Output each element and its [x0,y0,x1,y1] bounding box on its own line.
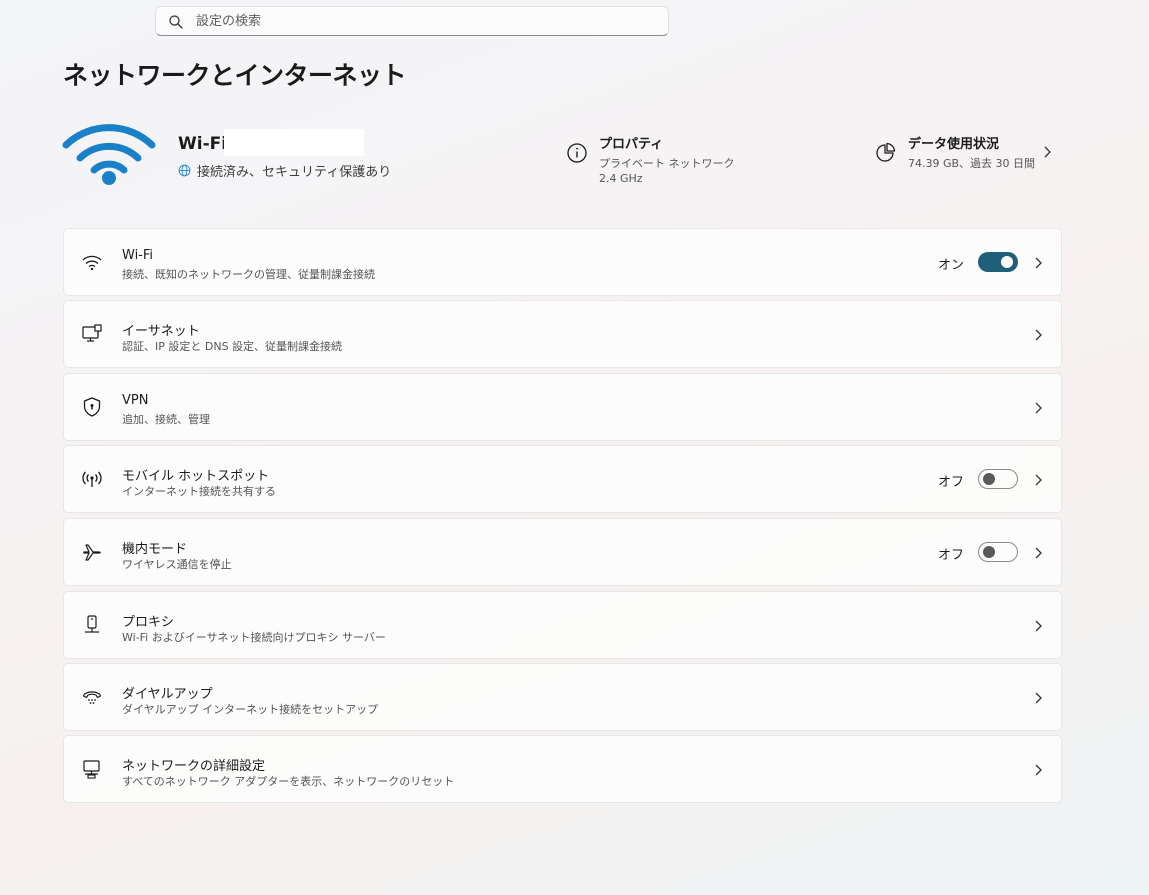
setting-subtitle: インターネット接続を共有する [122,485,276,498]
network-band: 2.4 GHz [599,172,643,185]
setting-title: ネットワークの詳細設定 [122,759,266,774]
setting-subtitle: 追加、接続、管理 [122,413,210,426]
setting-subtitle: 接続、既知のネットワークの管理、従量制課金接続 [122,268,375,281]
chevron-right-icon [1035,764,1042,776]
toggle-knob [1001,256,1013,268]
toggle-knob [983,546,995,558]
search-input[interactable] [196,11,656,31]
setting-subtitle: ワイヤレス通信を停止 [122,558,232,571]
setting-ethernet[interactable]: イーサネット 認証、IP 設定と DNS 設定、従量制課金接続 [63,300,1062,368]
wifi-toggle[interactable] [978,252,1018,272]
properties-title: プロパティ [599,137,664,152]
chevron-right-icon [1035,402,1042,414]
toggle-state-label: オフ [937,548,964,563]
proxy-icon [85,615,99,633]
setting-subtitle: すべてのネットワーク アダプターを表示、ネットワークのリセット [122,775,455,788]
chevron-right-icon [1035,692,1042,704]
hotspot-icon [82,471,102,487]
setting-title: 機内モード [122,542,188,557]
setting-subtitle: ダイヤルアップ インターネット接続をセットアップ [122,703,379,716]
chevron-right-icon [1035,474,1042,486]
data-usage-title: データ使用状況 [908,137,1000,152]
redacted-ssid [224,129,364,156]
setting-title: モバイル ホットスポット [122,469,270,484]
vpn-shield-icon [83,397,101,417]
setting-title: ダイヤルアップ [122,687,213,702]
setting-title: Wi-Fi [122,248,154,263]
globe-icon [178,164,191,177]
connection-status: 接続済み、セキュリティ保護あり [178,161,391,180]
toggle-state-label: オン [937,258,964,273]
chevron-right-icon [1035,620,1042,632]
toggle-knob [983,473,995,485]
setting-advanced-network[interactable]: ネットワークの詳細設定 すべてのネットワーク アダプターを表示、ネットワークのリ… [63,735,1062,803]
dialup-icon [82,691,102,704]
ethernet-icon [82,324,102,342]
network-monitor-icon [83,760,100,779]
search-box[interactable] [155,6,669,36]
setting-wifi[interactable]: Wi-Fi 接続、既知のネットワークの管理、従量制課金接続 オン [63,228,1062,296]
airplane-mode-toggle[interactable] [978,542,1018,562]
setting-vpn[interactable]: VPN 追加、接続、管理 [63,373,1062,441]
setting-dial-up[interactable]: ダイヤルアップ ダイヤルアップ インターネット接続をセットアップ [63,663,1062,731]
page-title: ネットワークとインターネット [63,61,407,90]
network-name: Wi-Fi [178,134,228,154]
setting-title: プロキシ [122,615,175,630]
data-usage-amount: 74.39 GB、過去 30 日間 [908,157,1036,170]
chevron-right-icon [1035,329,1042,341]
search-icon [169,15,183,29]
setting-mobile-hotspot[interactable]: モバイル ホットスポット インターネット接続を共有する オフ [63,445,1062,513]
network-profile: プライベート ネットワーク [599,157,735,170]
setting-subtitle: 認証、IP 設定と DNS 設定、従量制課金接続 [122,340,343,353]
airplane-icon [83,544,101,561]
wifi-connected-icon [62,124,156,185]
hotspot-toggle[interactable] [978,469,1018,489]
pie-chart-icon [876,142,896,162]
chevron-right-icon [1035,257,1042,269]
wifi-icon [82,255,102,271]
chevron-right-icon [1044,146,1051,158]
setting-airplane-mode[interactable]: 機内モード ワイヤレス通信を停止 オフ [63,518,1062,586]
setting-proxy[interactable]: プロキシ Wi-Fi およびイーサネット接続向けプロキシ サーバー [63,591,1062,659]
setting-subtitle: Wi-Fi およびイーサネット接続向けプロキシ サーバー [122,631,386,644]
setting-title: VPN [122,393,149,408]
data-usage-link[interactable]: データ使用状況 74.39 GB、過去 30 日間 [874,132,1064,178]
toggle-state-label: オフ [937,475,964,490]
connection-status-text: 接続済み、セキュリティ保護あり [197,165,392,180]
setting-title: イーサネット [122,324,200,339]
chevron-right-icon [1035,547,1042,559]
info-icon [567,143,587,163]
